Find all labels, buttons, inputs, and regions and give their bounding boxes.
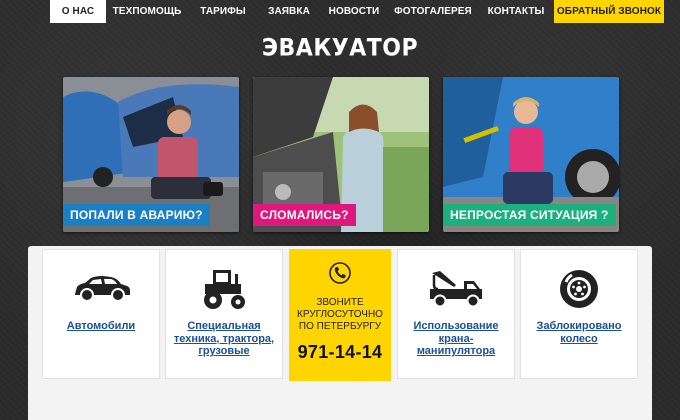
- nav-item-news[interactable]: НОВОСТИ: [320, 0, 388, 23]
- service-special[interactable]: Специальная техника, трактора, грузовые: [165, 249, 283, 379]
- top-nav: О НАС ТЕХПОМОЩЬ ТАРИФЫ ЗАЯВКА НОВОСТИ ФО…: [50, 0, 664, 23]
- call-text: ЗВОНИТЕ КРУГЛОСУТОЧНО ПО ПЕТЕРБУРГУ: [297, 297, 383, 332]
- tractor-icon: [199, 268, 249, 310]
- call-box: ЗВОНИТЕ КРУГЛОСУТОЧНО ПО ПЕТЕРБУРГУ 971-…: [289, 249, 391, 381]
- service-crane[interactable]: Использование крана- манипулятора: [397, 249, 515, 379]
- tow-truck-icon: [428, 268, 484, 310]
- card-accident[interactable]: ПОПАЛИ В АВАРИЮ?: [63, 77, 239, 232]
- page-title: ЭВАКУАТОР: [261, 35, 419, 62]
- card-label-accident: ПОПАЛИ В АВАРИЮ?: [63, 204, 210, 226]
- service-label-special[interactable]: Специальная техника, трактора, грузовые: [174, 320, 274, 358]
- nav-item-about[interactable]: О НАС: [50, 0, 106, 23]
- service-label-cars[interactable]: Автомобили: [67, 320, 135, 333]
- service-label-wheel[interactable]: Заблокировано колесо: [537, 320, 622, 345]
- service-label-crane[interactable]: Использование крана- манипулятора: [413, 320, 498, 358]
- card-label-breakdown: СЛОМАЛИСЬ?: [253, 204, 356, 226]
- card-difficult[interactable]: НЕПРОСТАЯ СИТУАЦИЯ ?: [443, 77, 619, 232]
- service-cars[interactable]: Автомобили: [42, 249, 160, 379]
- service-wheel[interactable]: Заблокировано колесо: [520, 249, 638, 379]
- nav-item-tariffs[interactable]: ТАРИФЫ: [188, 0, 258, 23]
- car-icon: [71, 268, 131, 310]
- phone-number[interactable]: 971-14-14: [298, 342, 383, 363]
- wheel-icon: [558, 268, 600, 310]
- nav-item-request[interactable]: ЗАЯВКА: [258, 0, 320, 23]
- phone-icon: [329, 262, 351, 289]
- callback-button[interactable]: ОБРАТНЫЙ ЗВОНОК: [554, 0, 664, 23]
- nav-item-gallery[interactable]: ФОТОГАЛЕРЕЯ: [388, 0, 478, 23]
- card-label-difficult: НЕПРОСТАЯ СИТУАЦИЯ ?: [443, 204, 616, 226]
- nav-item-contacts[interactable]: КОНТАКТЫ: [478, 0, 554, 23]
- nav-item-techhelp[interactable]: ТЕХПОМОЩЬ: [106, 0, 188, 23]
- card-breakdown[interactable]: СЛОМАЛИСЬ?: [253, 77, 429, 232]
